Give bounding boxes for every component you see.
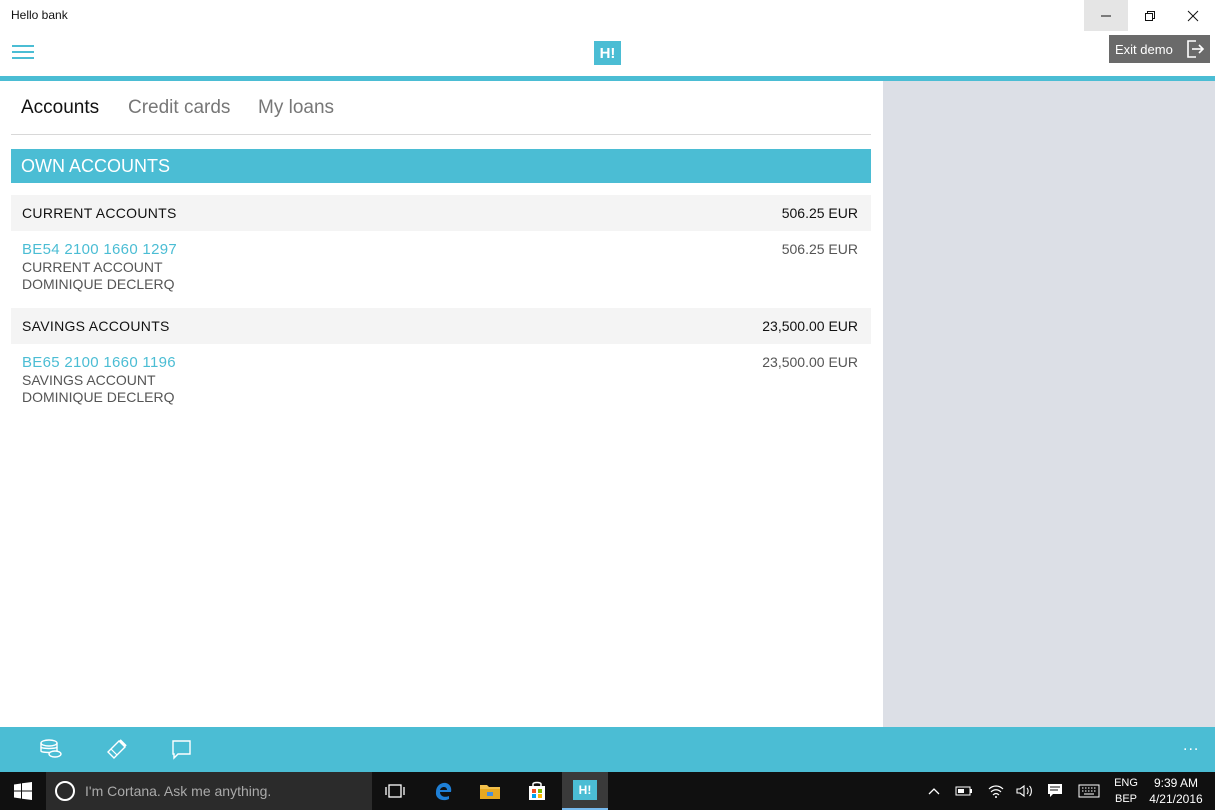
touch-keyboard-button[interactable]: [1075, 772, 1103, 810]
minimize-icon: [1101, 15, 1111, 16]
group-total: 506.25 EUR: [781, 205, 858, 221]
wifi-icon: [988, 785, 1004, 798]
close-icon: [1187, 10, 1199, 21]
start-button[interactable]: [0, 772, 46, 810]
exit-demo-button[interactable]: Exit demo: [1109, 35, 1210, 63]
clock-date: 4/21/2016: [1149, 792, 1203, 806]
group-total: 23,500.00 EUR: [762, 318, 858, 334]
show-hidden-icons-button[interactable]: [922, 772, 946, 810]
keyboard-icon: [1078, 784, 1100, 798]
speaker-icon: [1016, 784, 1032, 798]
cortana-search-box[interactable]: I'm Cortana. Ask me anything.: [46, 772, 372, 810]
window-titlebar: Hello bank: [0, 0, 1215, 32]
app-header: H! Exit demo: [0, 32, 1215, 76]
exit-icon: [1187, 40, 1205, 58]
battery-icon: [955, 786, 972, 796]
message-icon[interactable]: [170, 738, 194, 760]
own-accounts-header: OWN ACCOUNTS: [11, 149, 871, 183]
detail-pane: [883, 81, 1215, 727]
chevron-up-icon: [928, 788, 940, 795]
network-button[interactable]: [984, 772, 1008, 810]
windows-logo-icon: [14, 782, 32, 800]
payment-pen-icon[interactable]: [105, 738, 129, 760]
store-bag-icon: [529, 781, 545, 800]
edge-browser-button[interactable]: [420, 772, 466, 810]
tab-my-loans[interactable]: My loans: [258, 97, 334, 119]
minimize-button[interactable]: [1084, 0, 1128, 31]
close-button[interactable]: [1171, 0, 1215, 31]
window-title: Hello bank: [11, 8, 68, 22]
account-owner: DOMINIQUE DECLERQ: [22, 389, 175, 405]
coins-icon[interactable]: [39, 738, 63, 760]
clock[interactable]: 9:39 AM 4/21/2016: [1146, 775, 1206, 807]
current-accounts-group-header: CURRENT ACCOUNTS 506.25 EUR: [11, 195, 871, 231]
clock-time: 9:39 AM: [1153, 776, 1199, 790]
group-name: CURRENT ACCOUNTS: [22, 205, 177, 221]
restore-button[interactable]: [1128, 0, 1172, 31]
hello-bank-taskbar-button[interactable]: H!: [562, 772, 608, 810]
battery-button[interactable]: [952, 772, 976, 810]
main-content: Accounts Credit cards My loans OWN ACCOU…: [0, 81, 883, 727]
account-iban[interactable]: BE54 2100 1660 1297: [22, 241, 177, 258]
account-type: CURRENT ACCOUNT: [22, 259, 163, 275]
savings-accounts-group-header: SAVINGS ACCOUNTS 23,500.00 EUR: [11, 308, 871, 344]
tab-credit-cards[interactable]: Credit cards: [128, 97, 230, 119]
bottom-app-bar: ...: [0, 727, 1215, 772]
windows-taskbar: I'm Cortana. Ask me anything. H! ENG BEP…: [0, 772, 1215, 810]
hello-bank-app-icon: H!: [573, 780, 597, 800]
cortana-placeholder: I'm Cortana. Ask me anything.: [85, 783, 272, 799]
account-item-current[interactable]: BE54 2100 1660 1297 CURRENT ACCOUNT DOMI…: [11, 231, 871, 297]
more-options-button[interactable]: ...: [1183, 737, 1199, 755]
account-balance: 23,500.00 EUR: [762, 354, 858, 370]
input-language-indicator[interactable]: ENG BEP: [1110, 775, 1142, 807]
restore-icon: [1145, 10, 1155, 21]
cortana-icon: [55, 781, 75, 801]
hamburger-menu-icon[interactable]: [12, 45, 34, 63]
hello-bank-logo: H!: [594, 41, 621, 65]
folder-icon: [480, 785, 500, 799]
account-balance: 506.25 EUR: [781, 241, 858, 257]
volume-button[interactable]: [1013, 772, 1037, 810]
tab-bar: Accounts Credit cards My loans: [11, 81, 871, 135]
notification-icon: [1048, 784, 1062, 797]
language-code: ENG: [1114, 777, 1138, 789]
group-name: SAVINGS ACCOUNTS: [22, 318, 170, 334]
store-button[interactable]: [514, 772, 560, 810]
file-explorer-button[interactable]: [467, 772, 513, 810]
account-iban[interactable]: BE65 2100 1660 1196: [22, 354, 176, 371]
edge-icon: [435, 782, 452, 801]
account-owner: DOMINIQUE DECLERQ: [22, 276, 175, 292]
exit-demo-label: Exit demo: [1115, 41, 1173, 57]
keyboard-layout-code: BEP: [1114, 793, 1137, 805]
tab-accounts[interactable]: Accounts: [21, 97, 99, 119]
account-type: SAVINGS ACCOUNT: [22, 372, 156, 388]
task-view-icon: [385, 784, 405, 798]
account-item-savings[interactable]: BE65 2100 1660 1196 SAVINGS ACCOUNT DOMI…: [11, 344, 871, 410]
action-center-button[interactable]: [1043, 772, 1067, 810]
task-view-button[interactable]: [372, 772, 418, 810]
